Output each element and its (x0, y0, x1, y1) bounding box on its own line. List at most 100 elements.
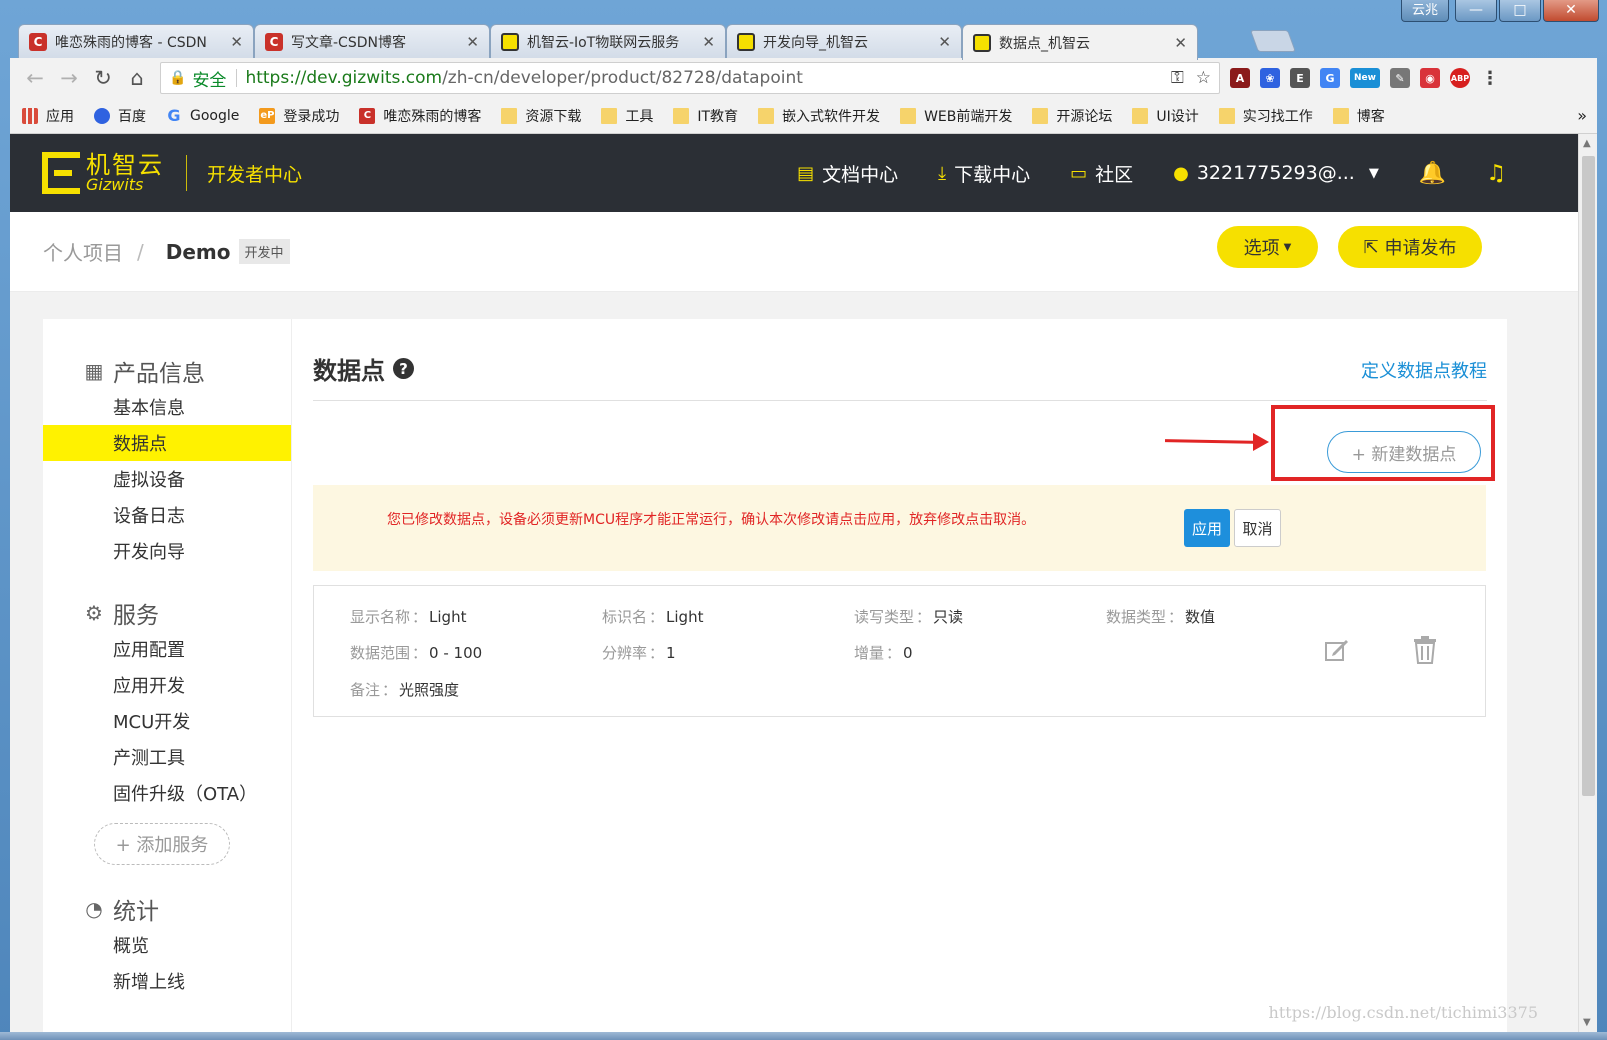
nav-docs[interactable]: ▤ 文档中心 (797, 160, 898, 187)
bookmark-folder[interactable]: 实习找工作 (1218, 106, 1313, 126)
gizwits-icon (501, 32, 519, 51)
bookmark-csdn-blog[interactable]: C 唯恋殊雨的博客 (359, 106, 481, 126)
nav-label: 文档中心 (822, 163, 899, 186)
bookmark-folder[interactable]: 资源下载 (501, 106, 581, 126)
back-icon[interactable]: ← (18, 66, 52, 90)
bookmark-folder[interactable]: WEB前端开发 (900, 106, 1012, 126)
eyedropper-extension-icon[interactable]: ✎ (1390, 68, 1410, 88)
baidu-extension-icon[interactable]: ❀ (1260, 68, 1280, 88)
nav-download[interactable]: ⤓ 下载中心 (938, 160, 1030, 187)
field-label: 显示名称 (350, 608, 411, 626)
pdf-extension-icon[interactable]: A (1230, 68, 1250, 88)
tab-csdn-blog[interactable]: C 唯恋殊雨的博客 - CSDN ✕ (18, 24, 254, 58)
close-tab-icon[interactable]: ✕ (938, 33, 951, 51)
close-tab-icon[interactable]: ✕ (702, 33, 715, 51)
bookmark-folder[interactable]: 博客 (1332, 106, 1385, 126)
section-title: 产品信息 (113, 361, 205, 387)
apply-button[interactable]: 应用 (1184, 509, 1230, 547)
maximize-button[interactable]: □ (1499, 0, 1541, 22)
bookmark-label: 登录成功 (283, 108, 340, 125)
translate-extension-icon[interactable]: G (1320, 68, 1340, 88)
new-extension-icon[interactable]: New (1350, 68, 1380, 88)
field-value: 0 - 100 (429, 644, 483, 662)
tab-dev-guide[interactable]: 开发向导_机智云 ✕ (726, 24, 962, 58)
sidebar-item-mcu-dev[interactable]: MCU开发 (43, 703, 291, 739)
developer-center-link[interactable]: 开发者中心 (207, 160, 302, 187)
forward-icon[interactable]: → (52, 66, 86, 90)
tab-gizwits-iot[interactable]: 机智云-IoT物联网云服务 ✕ (490, 24, 726, 58)
minimize-button[interactable]: — (1455, 0, 1497, 22)
add-service-button[interactable]: + 添加服务 (94, 823, 230, 865)
sidebar-item-new-online[interactable]: 新增上线 (43, 963, 291, 999)
bookmark-baidu[interactable]: 百度 (94, 106, 146, 126)
field-colon: ： (382, 681, 398, 699)
star-icon[interactable]: ☆ (1196, 68, 1211, 88)
tab-csdn-write[interactable]: C 写文章-CSDN博客 ✕ (254, 24, 490, 58)
bookmark-login[interactable]: eP 登录成功 (259, 106, 339, 126)
menu-icon[interactable]: ⋮ (1480, 68, 1500, 89)
bookmark-folder[interactable]: IT教育 (673, 106, 738, 126)
field-label: 标识名 (602, 608, 648, 626)
header-nav: ▤ 文档中心 ⤓ 下载中心 ▭ 社区 ● 3221775293@... ▼ 🔔 ♫ (757, 160, 1506, 187)
scroll-down-icon[interactable]: ▼ (1583, 1017, 1591, 1028)
bookmark-apps[interactable]: 应用 (22, 106, 74, 126)
sidebar-item-production-test[interactable]: 产测工具 (43, 739, 291, 775)
adblock-extension-icon[interactable]: ABP (1450, 68, 1470, 88)
tab-datapoint[interactable]: 数据点_机智云 ✕ (962, 24, 1198, 60)
close-tab-icon[interactable]: ✕ (1174, 34, 1187, 52)
close-window-button[interactable]: ✕ (1543, 0, 1599, 22)
sidebar-item-ota[interactable]: 固件升级（OTA） (43, 775, 291, 811)
more-bookmarks-icon[interactable]: » (1577, 106, 1587, 125)
page-scrollbar[interactable]: ▲ ▼ (1578, 134, 1597, 1032)
folder-icon (673, 107, 690, 124)
bookmark-folder[interactable]: 工具 (601, 106, 653, 126)
sidebar-item-app-config[interactable]: 应用配置 (43, 631, 291, 667)
home-icon[interactable]: ⌂ (120, 66, 154, 90)
reload-icon[interactable]: ↻ (86, 66, 120, 90)
section-title: 统计 (113, 899, 159, 925)
field-value: 1 (666, 644, 676, 662)
bookmark-folder[interactable]: UI设计 (1132, 106, 1199, 126)
warning-banner: 您已修改数据点，设备必须更新MCU程序才能正常运行，确认本次修改请点击应用，放弃… (313, 485, 1486, 571)
field-colon: ： (412, 608, 428, 626)
nav-user[interactable]: ● 3221775293@... ▼ (1173, 162, 1379, 184)
field-label: 分辨率 (602, 644, 648, 662)
bookmark-google[interactable]: G Google (166, 106, 240, 125)
gizwits-logo[interactable]: 机智云 Gizwits (42, 152, 164, 194)
sidebar-item-virtual-device[interactable]: 虚拟设备 (43, 461, 291, 497)
breadcrumb-parent[interactable]: 个人项目 (43, 237, 123, 266)
key-icon[interactable]: ⚿ (1171, 68, 1184, 88)
publish-button[interactable]: ⇱ 申请发布 (1338, 226, 1482, 268)
options-label: 选项 (1243, 238, 1280, 259)
evernote-extension-icon[interactable]: E (1290, 68, 1310, 88)
scroll-up-icon[interactable]: ▲ (1583, 138, 1591, 149)
red-extension-icon[interactable]: ◉ (1420, 68, 1440, 88)
scrollbar-thumb[interactable] (1582, 156, 1595, 796)
sidebar-item-app-dev[interactable]: 应用开发 (43, 667, 291, 703)
headset-icon[interactable]: ♫ (1486, 161, 1506, 186)
bookmark-folder[interactable]: 嵌入式软件开发 (758, 106, 880, 126)
header-divider (186, 155, 187, 191)
close-tab-icon[interactable]: ✕ (466, 33, 479, 51)
help-icon[interactable]: ? (393, 358, 414, 379)
sidebar-item-device-log[interactable]: 设备日志 (43, 497, 291, 533)
sidebar-item-overview[interactable]: 概览 (43, 927, 291, 963)
edit-icon[interactable] (1324, 638, 1350, 662)
sidebar-item-dev-guide[interactable]: 开发向导 (43, 533, 291, 569)
field-display-name: 显示名称： Light (350, 606, 466, 627)
tab-title: 写文章-CSDN博客 (291, 34, 406, 51)
address-bar[interactable]: 🔒 安全 https://dev.gizwits.com /zh-cn/deve… (160, 62, 1220, 94)
new-datapoint-button[interactable]: + 新建数据点 (1327, 431, 1481, 473)
sidebar-item-basic-info[interactable]: 基本信息 (43, 389, 291, 425)
sidebar-item-datapoint[interactable]: 数据点 (43, 425, 291, 461)
bell-icon[interactable]: 🔔 (1419, 161, 1446, 186)
tutorial-link[interactable]: 定义数据点教程 (1361, 357, 1487, 383)
bookmark-label: Google (190, 107, 240, 124)
options-button[interactable]: 选项 ▼ (1217, 226, 1318, 268)
bookmark-folder[interactable]: 开源论坛 (1032, 106, 1112, 126)
new-tab-button[interactable] (1249, 30, 1297, 52)
trash-icon[interactable] (1412, 636, 1438, 664)
nav-community[interactable]: ▭ 社区 (1070, 160, 1133, 187)
cancel-button[interactable]: 取消 (1234, 509, 1281, 547)
close-tab-icon[interactable]: ✕ (230, 33, 243, 51)
